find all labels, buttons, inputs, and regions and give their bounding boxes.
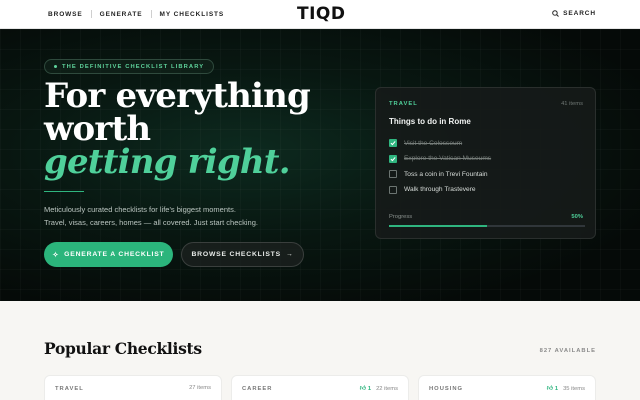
card-category: TRAVEL bbox=[389, 101, 418, 107]
progress-bar-fill bbox=[389, 225, 487, 227]
nav-divider bbox=[90, 10, 92, 18]
progress-label: Progress bbox=[389, 214, 413, 220]
vote-count: 1 bbox=[554, 385, 559, 392]
thumbs-up-icon: 👍︎ bbox=[359, 386, 366, 392]
card-category: HOUSING bbox=[429, 386, 464, 392]
card-meta: 👍︎ 1 22 items bbox=[359, 385, 398, 393]
headline-accent: getting right. bbox=[44, 142, 291, 182]
eyebrow-text: THE DEFINITIVE CHECKLIST LIBRARY bbox=[62, 63, 205, 70]
checklist-item-label: Walk through Trastevere bbox=[404, 186, 476, 193]
card-item-count: 35 items bbox=[563, 385, 585, 392]
vote-count: 1 bbox=[367, 385, 372, 392]
search-button[interactable]: SEARCH bbox=[552, 10, 596, 17]
checkbox[interactable] bbox=[389, 185, 397, 194]
card-item-count: 41 items bbox=[561, 101, 583, 107]
eyebrow-badge: THE DEFINITIVE CHECKLIST LIBRARY bbox=[44, 59, 215, 74]
hero-headline: For everything worth getting right. bbox=[44, 79, 311, 182]
hero-description: Meticulously curated checklists for life… bbox=[44, 204, 284, 229]
card-title: Things to do in Rome bbox=[389, 117, 471, 126]
checkbox-checked[interactable] bbox=[389, 154, 397, 163]
hero-section: THE DEFINITIVE CHECKLIST LIBRARY For eve… bbox=[0, 29, 640, 301]
checklist-preview-card[interactable]: TRAVEL 41 items Things to do in Rome Vis… bbox=[375, 87, 596, 239]
card-item-count: 27 items bbox=[189, 385, 211, 391]
popular-card-housing[interactable]: HOUSING 👍︎ 1 35 items bbox=[418, 375, 596, 400]
browse-checklists-button[interactable]: BROWSE CHECKLISTS → bbox=[181, 242, 304, 267]
nav-browse-link[interactable]: BROWSE bbox=[48, 11, 83, 18]
nav-links: BROWSE GENERATE MY CHECKLISTS bbox=[48, 10, 224, 18]
upvote-indicator[interactable]: 👍︎ 1 bbox=[546, 385, 559, 393]
generate-button-label: GENERATE A CHECKLIST bbox=[64, 251, 165, 258]
nav-generate-link[interactable]: GENERATE bbox=[100, 11, 143, 18]
card-category: TRAVEL bbox=[55, 386, 84, 392]
card-meta: 27 items bbox=[189, 385, 211, 391]
available-count: 827 AVAILABLE bbox=[539, 348, 596, 354]
checkbox-checked[interactable] bbox=[389, 139, 397, 147]
search-label: SEARCH bbox=[563, 10, 596, 17]
checklist-item-label: Explore the Vatican Museums bbox=[404, 155, 492, 162]
popular-section-title: Popular Checklists bbox=[44, 339, 202, 358]
checklist-item[interactable]: Toss a coin in Trevi Fountain bbox=[389, 170, 491, 178]
browse-button-label: BROWSE CHECKLISTS bbox=[191, 251, 281, 258]
card-category: CAREER bbox=[242, 386, 273, 392]
generate-checklist-button[interactable]: ✧ GENERATE A CHECKLIST bbox=[44, 242, 173, 267]
sparkle-icon: ✧ bbox=[52, 251, 60, 259]
checkbox[interactable] bbox=[389, 170, 397, 178]
checklist-item[interactable]: Walk through Trastevere bbox=[389, 185, 491, 194]
progress-value: 50% bbox=[571, 214, 583, 220]
logo[interactable]: TIQD bbox=[297, 4, 345, 24]
top-nav: BROWSE GENERATE MY CHECKLISTS TIQD SEARC… bbox=[0, 0, 640, 29]
card-item-count: 22 items bbox=[376, 385, 398, 392]
thumbs-up-icon: 👍︎ bbox=[546, 386, 553, 392]
card-meta: 👍︎ 1 35 items bbox=[546, 385, 585, 393]
popular-card-travel[interactable]: TRAVEL 27 items bbox=[44, 375, 222, 400]
description-line-2: Travel, visas, careers, homes — all cove… bbox=[44, 217, 258, 227]
dot-icon bbox=[54, 65, 57, 68]
search-icon bbox=[552, 10, 559, 17]
popular-card-career[interactable]: CAREER 👍︎ 1 22 items bbox=[231, 375, 409, 400]
progress-bar bbox=[389, 225, 585, 227]
nav-divider bbox=[150, 10, 152, 18]
description-line-1: Meticulously curated checklists for life… bbox=[44, 205, 236, 214]
checklist-items: Visit the Colosseum Explore the Vatican M… bbox=[389, 139, 491, 201]
checklist-item-label: Visit the Colosseum bbox=[404, 139, 463, 147]
nav-my-checklists-link[interactable]: MY CHECKLISTS bbox=[160, 11, 225, 18]
checklist-item[interactable]: Visit the Colosseum bbox=[389, 139, 491, 147]
checklist-item-label: Toss a coin in Trevi Fountain bbox=[404, 170, 488, 178]
checklist-item[interactable]: Explore the Vatican Museums bbox=[389, 154, 492, 163]
upvote-indicator[interactable]: 👍︎ 1 bbox=[359, 385, 372, 393]
arrow-right-icon: → bbox=[285, 251, 294, 258]
check-icon bbox=[390, 156, 396, 161]
check-icon bbox=[390, 141, 396, 146]
accent-underline bbox=[44, 191, 84, 192]
